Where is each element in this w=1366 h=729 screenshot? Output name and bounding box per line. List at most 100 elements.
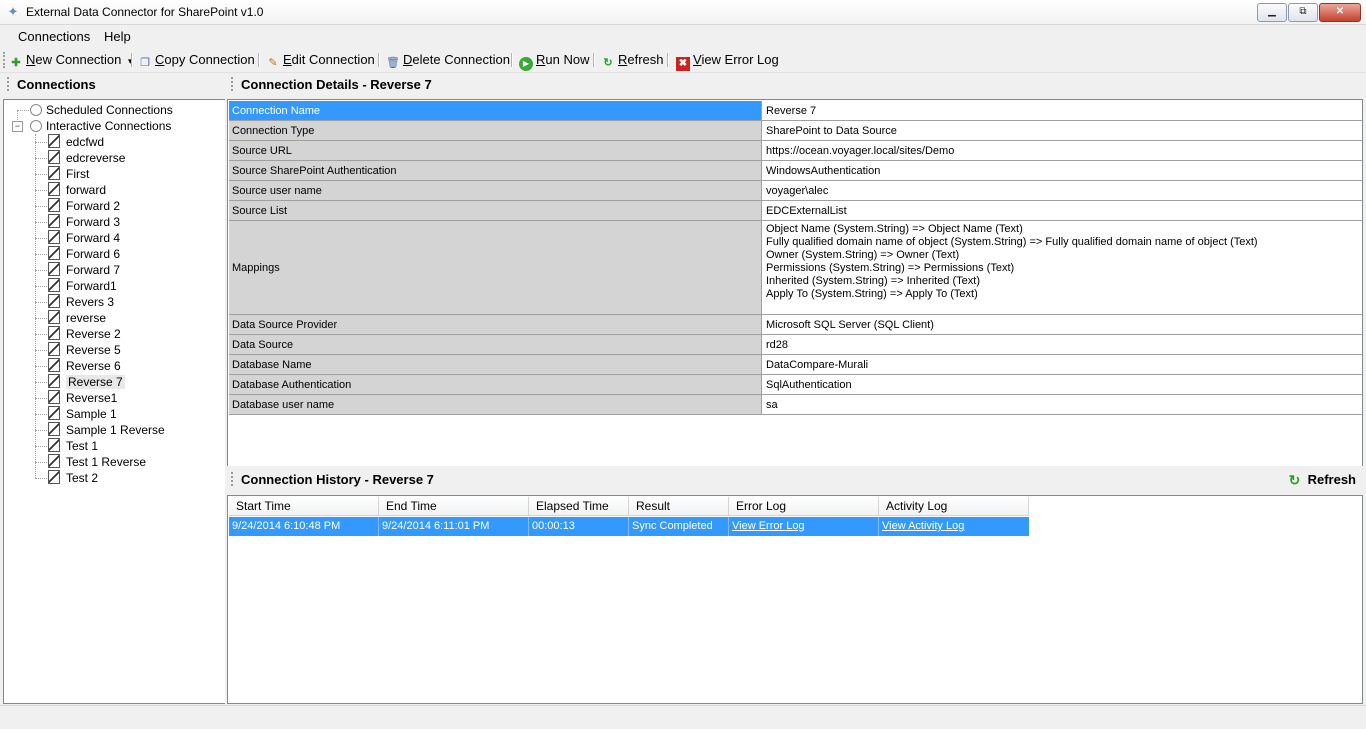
details-row[interactable]: Mappings Object Name (System.String) => O…	[229, 221, 1362, 315]
folder-node-icon	[30, 104, 42, 116]
connection-node-icon	[48, 150, 60, 164]
details-row[interactable]: Database user name sa	[229, 395, 1362, 415]
panel-grip	[231, 472, 235, 486]
menu-connections[interactable]: Connections	[18, 29, 90, 45]
connection-node-icon	[48, 262, 60, 276]
menu-help[interactable]: Help	[104, 29, 131, 45]
minimize-button[interactable]: ▁	[1257, 3, 1287, 22]
details-row[interactable]: Source List EDCExternalList	[229, 201, 1362, 221]
toolbar-separator	[667, 53, 669, 67]
tree-node-connection[interactable]: First	[48, 166, 89, 182]
tree-node-connection[interactable]: Revers 3	[48, 294, 114, 310]
connection-node-icon	[48, 278, 60, 292]
details-label: Mappings	[229, 221, 762, 314]
copy-connection-button[interactable]: ❐ Copy Connection	[138, 51, 255, 69]
details-label: Source URL	[229, 141, 762, 160]
menu-bar: Connections Help	[0, 26, 1366, 48]
tree-line	[35, 414, 47, 415]
view-error-log-link[interactable]: View Error Log	[732, 520, 805, 532]
error-log-cell: View Error Log	[729, 517, 879, 536]
details-row[interactable]: Data Source rd28	[229, 335, 1362, 355]
play-icon: ▶	[519, 57, 533, 71]
tree-node-connection[interactable]: Test 1 Reverse	[48, 454, 146, 470]
elapsed-time-cell: 00:00:13	[529, 517, 629, 536]
details-row[interactable]: Connection Type SharePoint to Data Source	[229, 121, 1362, 141]
collapse-toggle[interactable]: −	[12, 121, 23, 132]
details-row[interactable]: Database Authentication SqlAuthentication	[229, 375, 1362, 395]
run-now-button[interactable]: ▶ Run Now	[519, 51, 589, 71]
tree-node-connection[interactable]: Reverse 7	[48, 374, 125, 390]
tree-line	[35, 334, 47, 335]
new-connection-button[interactable]: ✚New Connection ▾	[9, 51, 132, 69]
panel-grip	[231, 77, 235, 91]
tree-node-connection[interactable]: edcreverse	[48, 150, 125, 166]
details-row[interactable]: Source URL https://ocean.voyager.local/si…	[229, 141, 1362, 161]
details-value: SharePoint to Data Source	[763, 121, 1362, 140]
tree-node-connection[interactable]: edcfwd	[48, 134, 104, 150]
tree-node-interactive-connections[interactable]: Interactive Connections	[30, 118, 171, 134]
mapping-line: Inherited (System.String) => Inherited (…	[766, 275, 980, 287]
column-header-start-time[interactable]: Start Time	[229, 497, 379, 516]
tree-node-connection[interactable]: Reverse1	[48, 390, 117, 406]
toolbar-separator	[593, 53, 595, 67]
history-refresh-button[interactable]: ↻ Refresh	[1289, 472, 1356, 488]
tree-node-label: forward	[66, 183, 107, 197]
tree-node-connection[interactable]: reverse	[48, 310, 106, 326]
column-header-result[interactable]: Result	[629, 497, 729, 516]
connection-node-icon	[48, 470, 60, 484]
connection-node-icon	[48, 326, 60, 340]
view-error-log-button[interactable]: ✖ View Error Log	[676, 51, 779, 71]
tree-node-connection[interactable]: Reverse 2	[48, 326, 121, 342]
tree-node-connection[interactable]: Forward 6	[48, 246, 120, 262]
history-panel-title: Connection History - Reverse 7	[241, 472, 434, 487]
connection-node-icon	[48, 166, 60, 180]
details-value: DataCompare-Murali	[763, 355, 1362, 374]
column-header-error-log[interactable]: Error Log	[729, 497, 879, 516]
tree-node-connection[interactable]: Forward 4	[48, 230, 120, 246]
column-header-elapsed-time[interactable]: Elapsed Time	[529, 497, 629, 516]
tree-line	[35, 190, 47, 191]
details-row[interactable]: Source SharePoint Authentication WindowsA…	[229, 161, 1362, 181]
view-activity-log-link[interactable]: View Activity Log	[882, 520, 964, 532]
tree-node-connection[interactable]: Reverse 6	[48, 358, 121, 374]
details-row[interactable]: Database Name DataCompare-Murali	[229, 355, 1362, 375]
copy-icon: ❐	[140, 57, 150, 69]
tree-node-scheduled-connections[interactable]: Scheduled Connections	[30, 102, 173, 118]
refresh-button[interactable]: ↻ Refresh	[601, 51, 663, 69]
column-header-end-time[interactable]: End Time	[379, 497, 529, 516]
tree-node-label: Test 1 Reverse	[66, 455, 147, 469]
connection-node-icon	[48, 422, 60, 436]
connection-node-icon	[48, 198, 60, 212]
tree-line	[35, 238, 47, 239]
tree-node-connection[interactable]: Test 2	[48, 470, 98, 486]
details-row[interactable]: Connection Name Reverse 7	[229, 101, 1362, 121]
details-row[interactable]: Data Source Provider Microsoft SQL Server…	[229, 315, 1362, 335]
delete-connection-button[interactable]: 🗑 Delete Connection	[386, 51, 510, 69]
tree-node-connection[interactable]: Reverse 5	[48, 342, 121, 358]
toolbar-grip[interactable]	[3, 52, 7, 68]
tree-node-connection[interactable]: Test 1	[48, 438, 98, 454]
tree-node-connection[interactable]: Forward 3	[48, 214, 120, 230]
edit-connection-button[interactable]: ✎ Edit Connection	[266, 51, 374, 69]
connection-history-grid[interactable]: Start Time End Time Elapsed Time Result …	[227, 495, 1363, 704]
column-header-activity-log[interactable]: Activity Log	[879, 497, 1029, 516]
tree-node-connection[interactable]: forward	[48, 182, 106, 198]
details-row[interactable]: Source user name voyager\alec	[229, 181, 1362, 201]
table-row[interactable]: 9/24/2014 6:10:48 PM 9/24/2014 6:11:01 P…	[229, 517, 1029, 536]
tree-node-connection[interactable]: Forward1	[48, 278, 117, 294]
window-title: External Data Connector for SharePoint v…	[26, 5, 264, 19]
tree-node-connection[interactable]: Sample 1	[48, 406, 117, 422]
connections-panel-header: Connections	[3, 73, 224, 97]
maximize-button[interactable]: ⧉	[1288, 3, 1318, 22]
tree-line	[35, 318, 47, 319]
close-button[interactable]: ✕	[1319, 3, 1361, 22]
tree-node-connection[interactable]: Forward 2	[48, 198, 120, 214]
tree-node-label: Reverse 2	[66, 327, 121, 341]
tree-node-connection[interactable]: Forward 7	[48, 262, 120, 278]
connections-tree[interactable]: Scheduled Connections − Interactive Conn…	[3, 99, 226, 704]
tree-node-label: Reverse 5	[66, 343, 121, 357]
tree-node-connection[interactable]: Sample 1 Reverse	[48, 422, 165, 438]
mapping-line: Owner (System.String) => Owner (Text)	[766, 249, 960, 261]
connection-details-grid[interactable]: Connection Name Reverse 7 Connection Type S…	[227, 99, 1363, 467]
tree-line	[35, 142, 47, 143]
